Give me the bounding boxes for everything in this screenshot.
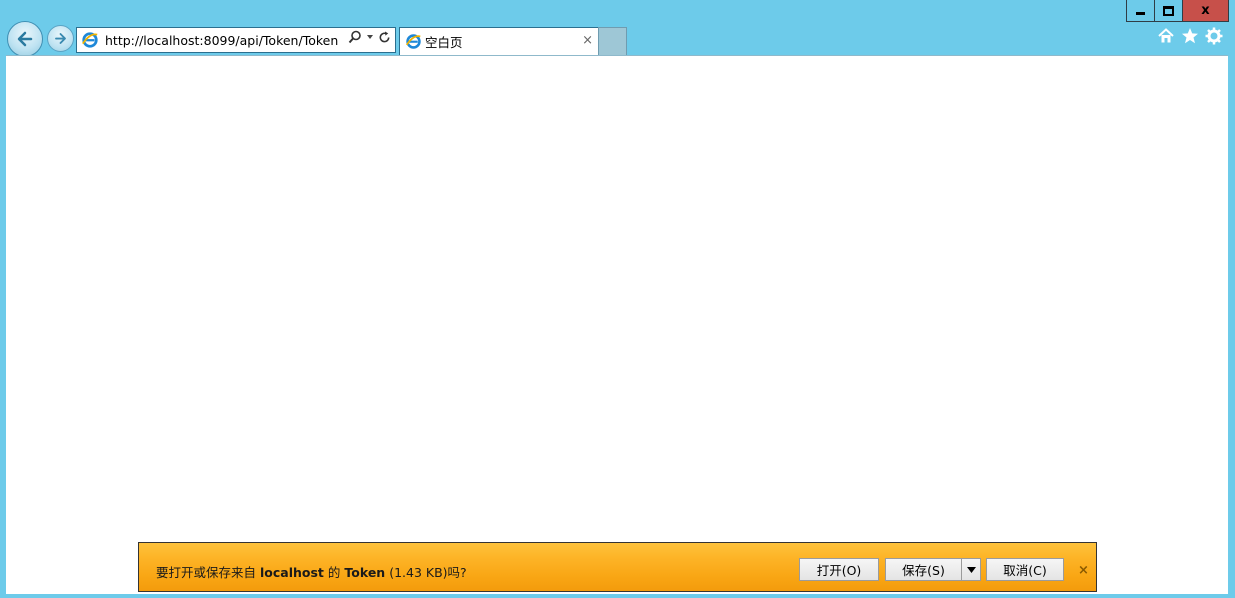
star-icon[interactable]	[1181, 27, 1199, 45]
window-controls: x	[1126, 0, 1229, 22]
close-window-button[interactable]: x	[1183, 0, 1228, 21]
maximize-icon	[1163, 5, 1174, 16]
message-middle: 的	[327, 565, 341, 580]
minimize-icon	[1136, 12, 1145, 15]
message-suffix: 吗?	[447, 565, 467, 580]
toolbar-icons	[1157, 27, 1223, 45]
address-bar[interactable]: http://localhost:8099/api/Token/Token	[76, 27, 396, 53]
message-prefix: 要打开或保存来自	[156, 565, 257, 580]
forward-arrow-icon	[55, 33, 66, 44]
message-host: localhost	[260, 565, 324, 580]
new-tab-button[interactable]	[598, 27, 627, 55]
back-arrow-icon	[17, 31, 33, 47]
address-tools	[348, 30, 391, 44]
chevron-down-icon[interactable]	[366, 33, 374, 41]
message-size: (1.43 KB)	[389, 565, 448, 580]
browser-window: x http://localhost:8099/api/Token/Token	[0, 0, 1235, 598]
download-message: 要打开或保存来自 localhost 的 Token (1.43 KB)吗?	[156, 562, 467, 581]
gear-icon[interactable]	[1205, 27, 1223, 45]
home-icon[interactable]	[1157, 27, 1175, 45]
search-icon[interactable]	[348, 30, 362, 44]
download-notification-bar: 要打开或保存来自 localhost 的 Token (1.43 KB)吗? 打…	[138, 542, 1097, 592]
ie-icon	[405, 34, 421, 49]
minimize-button[interactable]	[1127, 0, 1155, 21]
tab-close-button[interactable]: ×	[582, 33, 593, 48]
open-button[interactable]: 打开(O)	[799, 558, 879, 581]
ie-icon	[82, 32, 98, 48]
tab-title: 空白页	[425, 35, 463, 50]
refresh-icon[interactable]	[378, 30, 391, 44]
close-notification-button[interactable]: ×	[1078, 563, 1089, 578]
cancel-button[interactable]: 取消(C)	[986, 558, 1064, 581]
message-filename: Token	[344, 565, 386, 580]
page-content	[6, 55, 1228, 594]
save-button[interactable]: 保存(S)	[885, 558, 962, 581]
url-text[interactable]: http://localhost:8099/api/Token/Token	[105, 33, 338, 48]
save-options-button[interactable]	[961, 558, 981, 581]
back-button[interactable]	[7, 21, 43, 57]
forward-button[interactable]	[47, 25, 74, 52]
maximize-button[interactable]	[1155, 0, 1183, 21]
close-icon: x	[1201, 3, 1210, 18]
tab-blank-page[interactable]: 空白页 ×	[399, 27, 599, 55]
chevron-down-icon	[966, 566, 976, 573]
